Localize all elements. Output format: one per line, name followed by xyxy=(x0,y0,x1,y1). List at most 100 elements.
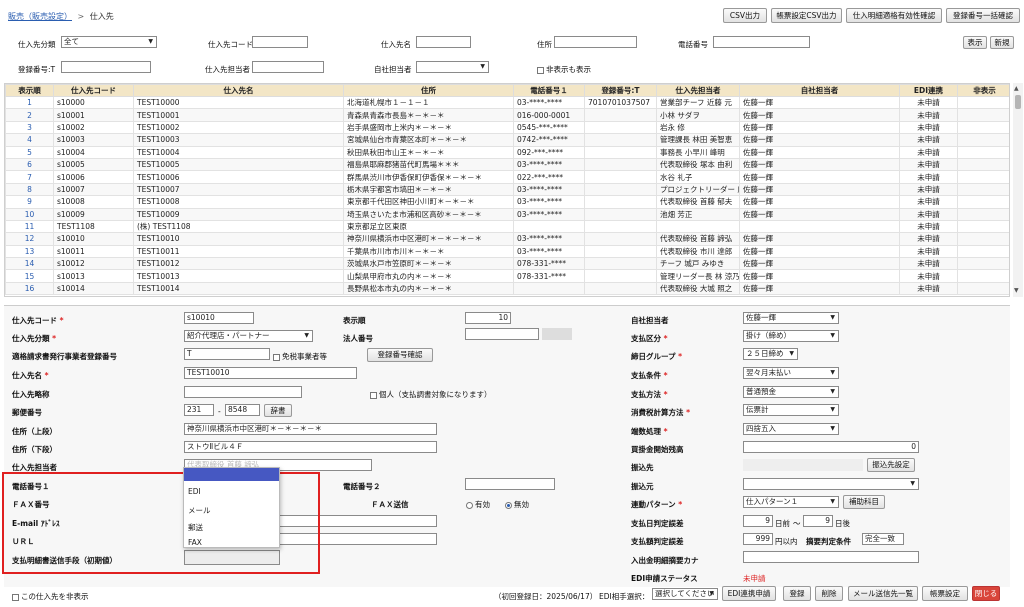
col-hidden[interactable]: 非表示 xyxy=(957,84,1009,97)
table-row[interactable]: 3 s10002 TEST10002 岩手県盛岡市上米内＊－＊－＊ 0545-***-*… xyxy=(5,120,1009,135)
scroll-down-icon[interactable]: ▼ xyxy=(1014,287,1019,294)
option-fax[interactable]: FAX xyxy=(188,538,202,547)
search-hidden-toggle[interactable]: 非表示も表示 xyxy=(537,64,591,75)
hide-supplier-toggle[interactable]: この仕入先を非表示 xyxy=(12,591,89,602)
detail-code-input[interactable]: s10010 xyxy=(184,312,254,324)
bulk-regno-check-button[interactable]: 登録番号一括確認 xyxy=(946,8,1020,23)
option-mail[interactable]: メール xyxy=(188,505,211,516)
detail-name-input[interactable]: TEST10010 xyxy=(184,367,357,379)
register-button[interactable]: 登録 xyxy=(783,586,811,601)
detail-jisha-select[interactable]: 佐藤一輝 ▼ xyxy=(743,312,839,324)
table-row[interactable]: 5 s10004 TEST10004 秋田県秋田市山王＊－＊－＊ 092-***-***… xyxy=(5,145,1009,159)
search-name-input[interactable] xyxy=(416,36,471,48)
col-edi[interactable]: EDI連携 xyxy=(899,84,958,97)
col-address[interactable]: 住所 xyxy=(343,84,514,97)
invoice-validity-check-button[interactable]: 仕入明細適格有効性確認 xyxy=(846,8,942,23)
search-code-input[interactable] xyxy=(252,36,308,48)
table-row[interactable]: 8 s10007 TEST10007 栃木県宇都宮市塙田＊－＊－＊ 03-****-**… xyxy=(5,182,1009,197)
hanbi-after-input[interactable]: 9 xyxy=(803,515,833,527)
kojin-checkbox[interactable] xyxy=(370,391,377,399)
detail-kaikake-input[interactable]: 0 xyxy=(743,441,919,453)
col-regno[interactable]: 登録番号:T xyxy=(584,84,657,97)
tekiyo-select[interactable]: 完全一致 xyxy=(862,533,904,545)
edi-partner-select[interactable]: 選択してください ▼ xyxy=(652,588,718,600)
table-row[interactable]: 13 s10011 TEST10011 千葉県市川市市川＊－＊－＊ 03-****-**… xyxy=(5,244,1009,259)
col-code[interactable]: 仕入先コード xyxy=(53,84,134,97)
col-order[interactable]: 表示順 xyxy=(5,84,54,97)
csv-export-button[interactable]: CSV出力 xyxy=(723,8,767,23)
detail-houhou-select[interactable]: 普通預金 ▼ xyxy=(743,386,839,398)
detail-addr2-input[interactable]: ストウⅡビル４Ｆ xyxy=(184,441,437,453)
grid-scrollbar[interactable]: ▲ ▼ xyxy=(1013,83,1023,297)
scroll-thumb[interactable] xyxy=(1015,95,1021,109)
col-tel[interactable]: 電話番号１ xyxy=(513,84,585,97)
detail-category-select[interactable]: 紹介代理店・パートナー ▼ xyxy=(184,330,313,342)
detail-kana-input[interactable] xyxy=(743,551,919,563)
detail-zei-select[interactable]: 伝票計 ▼ xyxy=(743,404,839,416)
search-category-select[interactable]: 全て ▼ xyxy=(61,36,157,48)
table-row[interactable]: 4 s10003 TEST10003 宮城県仙台市青葉区本町＊－＊－＊ 0742-***… xyxy=(5,133,1009,147)
col-jisha[interactable]: 自社担当者 xyxy=(739,84,900,97)
menzei-toggle[interactable]: 免税事業者等 xyxy=(273,351,327,362)
new-button[interactable]: 新規 xyxy=(990,36,1014,49)
detail-furikomimoto-select[interactable]: ▼ xyxy=(743,478,919,490)
form-settings-button[interactable]: 帳票設定 xyxy=(922,586,968,601)
table-row[interactable]: 12 s10010 TEST10010 神奈川県横浜市中区港町＊－＊－＊－＊ 03-**… xyxy=(5,232,1009,246)
hidden-checkbox[interactable] xyxy=(537,66,544,74)
detail-jouken-select[interactable]: 翌々月末払い ▼ xyxy=(743,367,839,379)
search-jisha-select[interactable]: ▼ xyxy=(416,61,489,73)
regno-confirm-button[interactable]: 登録番号確認 xyxy=(367,348,433,362)
table-row[interactable]: 6 s10005 TEST10005 福島県耶麻郡猪苗代町馬場＊＊＊ 03-****-*… xyxy=(5,157,1009,172)
scroll-up-icon[interactable]: ▲ xyxy=(1014,85,1019,92)
hojo-kamoku-button[interactable]: 補助科目 xyxy=(843,495,885,509)
col-tanto[interactable]: 仕入先担当者 xyxy=(656,84,740,97)
zip2-input[interactable]: 8548 xyxy=(225,404,260,416)
detail-order-input[interactable]: 10 xyxy=(465,312,511,324)
hanbi-before-input[interactable]: 9 xyxy=(743,515,773,527)
edi-apply-button[interactable]: EDI連携申請 xyxy=(722,586,776,601)
detail-tel2-input[interactable] xyxy=(465,478,555,490)
search-tanto-input[interactable] xyxy=(252,61,324,73)
option-post[interactable]: 郵送 xyxy=(188,522,203,533)
table-row[interactable]: 11 TEST1108 (株) TEST1108 東京都足立区東原 未申請 xyxy=(5,219,1009,234)
radio-icon[interactable] xyxy=(466,501,473,509)
dictionary-button[interactable]: 辞書 xyxy=(264,404,292,417)
furikomi-setting-button[interactable]: 振込先設定 xyxy=(867,458,915,472)
detail-kubun-select[interactable]: 掛け（締め） ▼ xyxy=(743,330,839,342)
kojin-toggle[interactable]: 個人（支払調書対象になります） xyxy=(370,389,492,400)
fax-enabled-radio[interactable]: 有効 xyxy=(466,499,490,510)
fax-disabled-radio[interactable]: 無効 xyxy=(505,499,529,510)
breadcrumb-parent-link[interactable]: 販売（販売設定） xyxy=(8,12,72,21)
mail-recipients-button[interactable]: メール送信先一覧 xyxy=(848,586,918,601)
table-row[interactable]: 2 s10001 TEST10001 青森県青森市長島＊－＊－＊ 016-000-000… xyxy=(5,108,1009,122)
menzei-checkbox[interactable] xyxy=(273,353,280,361)
search-address-input[interactable] xyxy=(554,36,637,48)
kingaku-input[interactable]: 999 xyxy=(743,533,773,545)
detail-ryaku-input[interactable] xyxy=(184,386,302,398)
search-tel-input[interactable] xyxy=(713,36,810,48)
send-method-dropdown[interactable]: EDI メール 郵送 FAX xyxy=(183,467,280,548)
table-row[interactable]: 16 s10014 TEST10014 長野県松本市丸の内＊－＊－＊ 代表取締役 大城 … xyxy=(5,281,1009,296)
detail-tekikaku-input[interactable]: T xyxy=(184,348,270,360)
option-edi[interactable]: EDI xyxy=(188,487,201,496)
table-row[interactable]: 9 s10008 TEST10008 東京都千代田区神田小川町＊－＊－＊ 03-****… xyxy=(5,195,1009,209)
zip1-input[interactable]: 231 xyxy=(184,404,214,416)
detail-houjin-input[interactable] xyxy=(465,328,539,340)
detail-renkei-select[interactable]: 仕入パターン１ ▼ xyxy=(743,496,839,508)
form-csv-export-button[interactable]: 帳票設定CSV出力 xyxy=(771,8,842,23)
hide-checkbox[interactable] xyxy=(12,593,19,601)
detail-addr1-input[interactable]: 神奈川県横浜市中区港町＊－＊－＊－＊ xyxy=(184,423,437,435)
show-button[interactable]: 表示 xyxy=(963,36,987,49)
col-name[interactable]: 仕入先名 xyxy=(133,84,344,97)
table-row[interactable]: 14 s10012 TEST10012 茨城県水戸市笠原町＊－＊－＊ 078-331-*… xyxy=(5,257,1009,271)
search-regno-input[interactable] xyxy=(61,61,151,73)
detail-hasu-select[interactable]: 四捨五入 ▼ xyxy=(743,423,839,435)
detail-shime-select[interactable]: ２５日締め ▼ xyxy=(743,348,798,360)
close-button[interactable]: 閉じる xyxy=(972,586,1000,601)
radio-checked-icon[interactable] xyxy=(505,501,512,509)
table-row[interactable]: 10 s10009 TEST10009 埼玉県さいたま市浦和区高砂＊－＊－＊ 03-**… xyxy=(5,207,1009,221)
delete-button[interactable]: 削除 xyxy=(815,586,843,601)
table-row[interactable]: 15 s10013 TEST10013 山梨県甲府市丸の内＊－＊－＊ 078-331-*… xyxy=(5,269,1009,283)
table-row[interactable]: 1 s10000 TEST10000 北海道札幌市１－１－１ 03-****-**** 7… xyxy=(5,95,1009,110)
table-row[interactable]: 7 s10006 TEST10006 群馬県渋川市伊香保町伊香保＊－＊－＊ 022-**… xyxy=(5,170,1009,184)
